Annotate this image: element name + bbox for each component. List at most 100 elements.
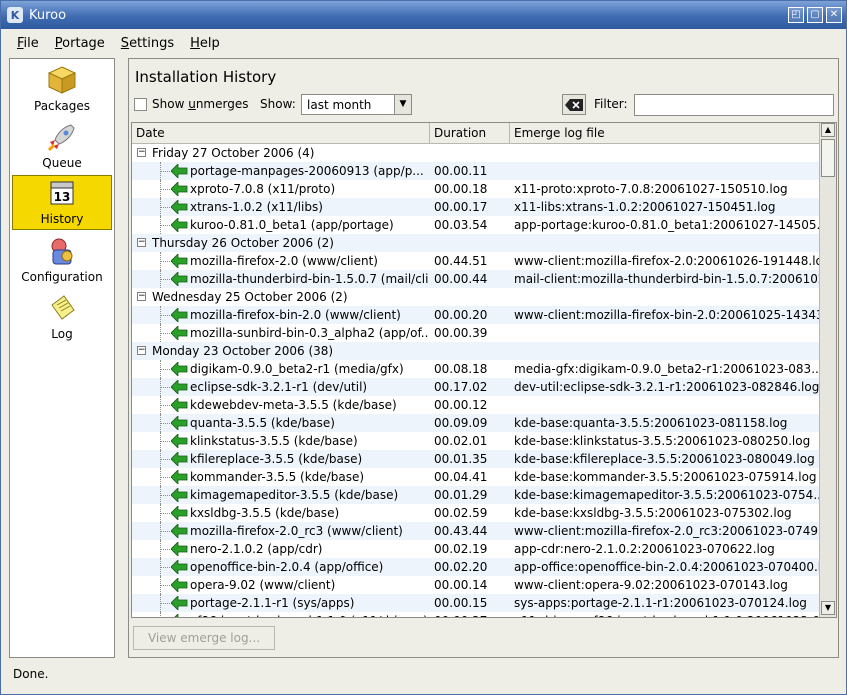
log-file-cell: app-cdr:nero-2.1.0.2:20061023-070622.log [514,542,775,556]
package-name: eclipse-sdk-3.2.1-r1 (dev/util) [190,380,368,394]
log-file-cell: mail-client:mozilla-thunderbird-bin-1.5.… [514,272,820,286]
minimize-button[interactable]: ◰ [788,7,804,23]
table-row[interactable]: klinkstatus-3.5.5 (kde/base) 00.02.01 kde-… [132,432,820,450]
column-header-duration[interactable]: Duration [430,123,510,143]
log-file-cell: kde-base:kxsldbg-3.5.5:20061023-075302.l… [514,506,792,520]
maximize-button[interactable]: ▢ [807,7,823,23]
queue-icon [47,122,77,152]
table-row[interactable]: xtrans-1.0.2 (x11/libs) 00.00.17 x11-libs:… [132,198,820,216]
clear-left-icon [565,98,583,111]
column-header-log-file[interactable]: Emerge log file [510,123,820,143]
history-icon: 13 [47,178,77,208]
show-period-value: last month [307,98,372,112]
show-unmerges-label[interactable]: Show unmerges [152,97,248,111]
package-name: mozilla-firefox-2.0 (www/client) [190,254,378,268]
sidebar-item-queue[interactable]: Queue [12,118,112,173]
date-group-row[interactable]: − Monday 23 October 2006 (38) [132,342,820,360]
log-file-cell: kde-base:kfilereplace-3.5.5:20061023-080… [514,452,815,466]
history-panel: Installation History Show unmerges Show:… [128,58,839,658]
log-file-cell: x11-libs:xtrans-1.0.2:20061027-150451.lo… [514,200,776,214]
duration-cell: 00.08.18 [434,362,488,376]
collapse-icon[interactable]: − [137,292,146,301]
column-header-date[interactable]: Date [132,123,430,143]
log-file-cell: www-client:mozilla-firefox-bin-2.0:20061… [514,308,820,322]
filter-input[interactable] [634,94,834,116]
menu-file[interactable]: File [9,36,47,51]
package-name: kommander-3.5.5 (kde/base) [190,470,365,484]
chevron-down-icon[interactable]: ▼ [394,95,411,114]
table-row[interactable]: mozilla-firefox-2.0_rc3 (www/client) 00.4… [132,522,820,540]
duration-cell: 00.03.54 [434,218,488,232]
table-row[interactable]: mozilla-thunderbird-bin-1.5.0.7 (mail/cl… [132,270,820,288]
log-file-cell: app-office:openoffice-bin-2.0.4:20061023… [514,560,820,574]
duration-cell: 00.43.44 [434,524,488,538]
package-name: kuroo-0.81.0_beta1 (app/portage) [190,218,394,232]
table-row[interactable]: xf86-input-keyboard-1.1.0 (x11/drivers) 0… [132,612,820,617]
show-unmerges-checkbox[interactable] [134,98,147,111]
date-group-row[interactable]: − Friday 27 October 2006 (4) [132,144,820,162]
table-row[interactable]: opera-9.02 (www/client) 00.00.14 www-clien… [132,576,820,594]
table-row[interactable]: eclipse-sdk-3.2.1-r1 (dev/util) 00.17.02 d… [132,378,820,396]
sidebar-item-log[interactable]: Log [12,289,112,344]
duration-cell: 00.00.20 [434,308,488,322]
scroll-down-button[interactable]: ▼ [821,601,835,615]
package-name: opera-9.02 (www/client) [190,578,336,592]
view-emerge-log-button[interactable]: View emerge log... [133,626,275,650]
package-name: portage-manpages-20060913 (app/p... [190,164,424,178]
duration-cell: 00.17.02 [434,380,488,394]
sidebar-item-history[interactable]: 13 History [12,175,112,230]
sidebar-item-packages[interactable]: Packages [12,61,112,116]
log-file-cell: kde-base:quanta-3.5.5:20061023-081158.lo… [514,416,788,430]
table-row[interactable]: kfilereplace-3.5.5 (kde/base) 00.01.35 kde… [132,450,820,468]
scroll-up-button[interactable]: ▲ [821,123,835,137]
duration-cell: 00.00.17 [434,200,488,214]
table-row[interactable]: xproto-7.0.8 (x11/proto) 00.00.18 x11-prot… [132,180,820,198]
log-file-cell: x11-proto:xproto-7.0.8:20061027-150510.l… [514,182,788,196]
duration-cell: 00.02.19 [434,542,488,556]
log-file-cell [514,396,820,414]
menu-settings[interactable]: Settings [113,36,182,51]
table-row[interactable]: kuroo-0.81.0_beta1 (app/portage) 00.03.54… [132,216,820,234]
package-name: kimagemapeditor-3.5.5 (kde/base) [190,488,399,502]
close-button[interactable]: ✕ [826,7,842,23]
collapse-icon[interactable]: − [137,148,146,157]
configuration-icon [47,236,77,266]
scrollbar-thumb[interactable] [821,139,835,177]
table-row[interactable]: portage-manpages-20060913 (app/p... 00.00… [132,162,820,180]
tree-line [160,612,161,617]
menu-portage[interactable]: Portage [47,36,113,51]
collapse-icon[interactable]: − [137,346,146,355]
table-row[interactable]: portage-2.1.1-r1 (sys/apps) 00.00.15 sys-a… [132,594,820,612]
sidebar-item-label: Packages [34,99,90,113]
vertical-scrollbar[interactable]: ▲ ▼ [819,123,836,617]
history-list[interactable]: Date Duration Emerge log file − Friday 27… [131,122,837,618]
list-header: Date Duration Emerge log file [132,123,820,144]
kuroo-app-icon[interactable]: K [7,7,23,23]
table-row[interactable]: openoffice-bin-2.0.4 (app/office) 00.02.2… [132,558,820,576]
table-row[interactable]: mozilla-sunbird-bin-0.3_alpha2 (app/of..… [132,324,820,342]
packages-icon [47,65,77,95]
duration-cell: 00.00.14 [434,578,488,592]
package-name: openoffice-bin-2.0.4 (app/office) [190,560,384,574]
date-group-label: Wednesday 25 October 2006 (2) [152,290,348,304]
title-bar[interactable]: K Kuroo ◰ ▢ ✕ [1,1,846,29]
window-title: Kuroo [29,7,67,23]
sidebar-item-label: Queue [42,156,82,170]
clear-filter-button[interactable] [562,94,586,115]
table-row[interactable]: mozilla-firefox-bin-2.0 (www/client) 00.0… [132,306,820,324]
menu-help[interactable]: Help [182,36,228,51]
collapse-icon[interactable]: − [137,238,146,247]
table-row[interactable]: mozilla-firefox-2.0 (www/client) 00.44.51… [132,252,820,270]
table-row[interactable]: kimagemapeditor-3.5.5 (kde/base) 00.01.29… [132,486,820,504]
sidebar-item-configuration[interactable]: Configuration [12,232,112,287]
show-period-select[interactable]: last month ▼ [301,94,412,115]
date-group-row[interactable]: − Thursday 26 October 2006 (2) [132,234,820,252]
table-row[interactable]: kdewebdev-meta-3.5.5 (kde/base) 00.00.12 [132,396,820,414]
table-row[interactable]: digikam-0.9.0_beta2-r1 (media/gfx) 00.08.… [132,360,820,378]
table-row[interactable]: nero-2.1.0.2 (app/cdr) 00.02.19 app-cdr:ne… [132,540,820,558]
date-group-row[interactable]: − Wednesday 25 October 2006 (2) [132,288,820,306]
table-row[interactable]: quanta-3.5.5 (kde/base) 00.09.09 kde-base:… [132,414,820,432]
table-row[interactable]: kxsldbg-3.5.5 (kde/base) 00.02.59 kde-base… [132,504,820,522]
log-file-cell: kde-base:kommander-3.5.5:20061023-075914… [514,470,817,484]
table-row[interactable]: kommander-3.5.5 (kde/base) 00.04.41 kde-ba… [132,468,820,486]
